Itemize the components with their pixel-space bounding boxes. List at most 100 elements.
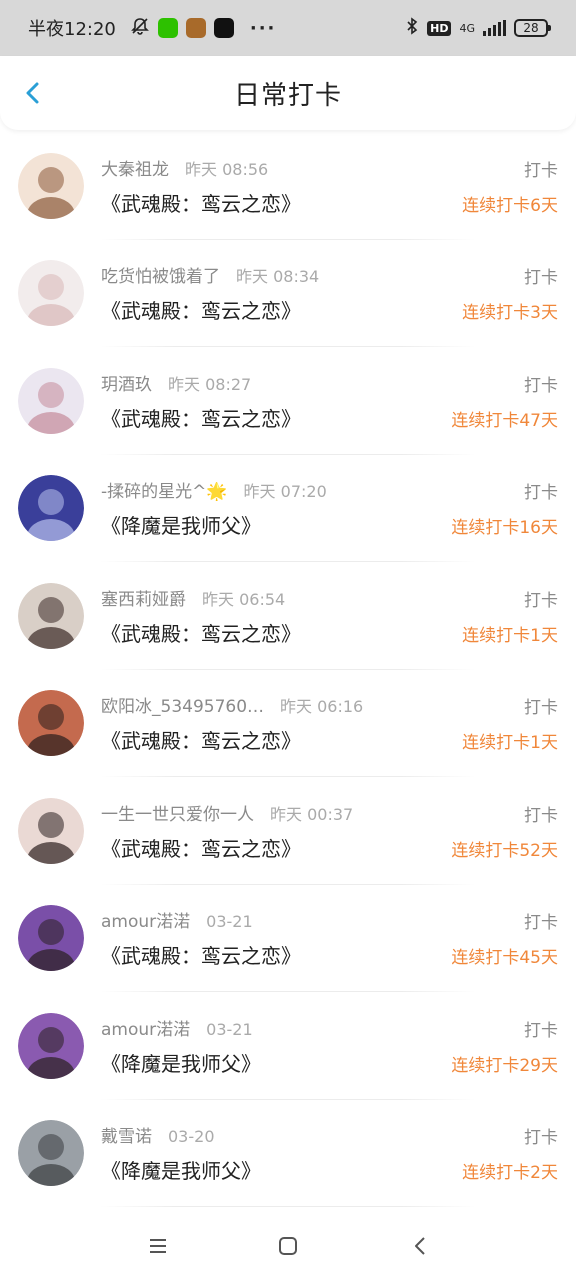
battery-level: 28: [523, 21, 539, 35]
checkin-row[interactable]: 玥酒玖 昨天 08:27 《武魂殿：鸾云之恋》 打卡 连续打卡47天: [0, 347, 576, 455]
checkin-row[interactable]: amour渃渃 03-21 《武魂殿：鸾云之恋》 打卡 连续打卡45天: [0, 885, 576, 993]
back-triangle-icon[interactable]: [408, 1234, 432, 1258]
avatar-image: [18, 367, 84, 434]
checkin-status: 打卡 连续打卡16天: [451, 478, 558, 538]
checkin-status: 打卡 连续打卡52天: [451, 801, 558, 861]
checkin-time: 昨天 08:27: [168, 374, 252, 394]
streak-badge: 连续打卡1天: [462, 733, 558, 754]
page-title: 日常打卡: [233, 80, 342, 111]
checkin-row[interactable]: 大秦祖龙 昨天 08:56 《武魂殿：鸾云之恋》 打卡 连续打卡6天: [0, 132, 576, 240]
checkin-list: 大秦祖龙 昨天 08:56 《武魂殿：鸾云之恋》 打卡 连续打卡6天 吃货怕被饿…: [0, 132, 576, 1207]
checkin-status: 打卡 连续打卡47天: [451, 371, 558, 431]
checkin-label: 打卡: [524, 590, 558, 611]
checkin-meta: 塞西莉娅爵 昨天 06:54: [101, 585, 462, 610]
checkin-info: amour渃渃 03-21 《武魂殿：鸾云之恋》: [101, 907, 451, 969]
checkin-status: 打卡 连续打卡2天: [462, 1123, 558, 1183]
book-title[interactable]: 《降魔是我师父》: [101, 1155, 462, 1184]
checkin-status: 打卡 连续打卡45天: [451, 908, 558, 968]
checkin-label: 打卡: [524, 160, 558, 181]
user-name[interactable]: 欧阳冰_53495760…: [101, 692, 264, 717]
battery-icon: 28: [514, 19, 551, 37]
checkin-info: 戴雪诺 03-20 《降魔是我师父》: [101, 1122, 462, 1184]
signal-icon: [483, 20, 506, 36]
avatar[interactable]: [18, 367, 84, 434]
avatar[interactable]: [18, 152, 84, 219]
checkin-info: -揉碎的星光^🌟 昨天 07:20 《降魔是我师父》: [101, 477, 451, 539]
checkin-meta: 玥酒玖 昨天 08:27: [101, 370, 451, 395]
user-name[interactable]: 大秦祖龙: [101, 155, 169, 180]
book-title[interactable]: 《武魂殿：鸾云之恋》: [101, 403, 451, 432]
avatar-image: [18, 475, 84, 542]
checkin-label: 打卡: [524, 698, 558, 719]
checkin-row[interactable]: 一生一世只爱你一人 昨天 00:37 《武魂殿：鸾云之恋》 打卡 连续打卡52天: [0, 777, 576, 885]
book-title[interactable]: 《武魂殿：鸾云之恋》: [101, 833, 451, 862]
user-name[interactable]: amour渃渃: [101, 1015, 190, 1040]
checkin-time: 昨天 06:54: [202, 589, 286, 609]
user-name[interactable]: -揉碎的星光^🌟: [101, 477, 228, 502]
avatar-image: [18, 905, 84, 972]
checkin-meta: 戴雪诺 03-20: [101, 1122, 462, 1147]
checkin-label: 打卡: [524, 1128, 558, 1149]
book-title[interactable]: 《降魔是我师父》: [101, 510, 451, 539]
checkin-label: 打卡: [524, 1020, 558, 1041]
checkin-row[interactable]: 吃货怕被饿着了 昨天 08:34 《武魂殿：鸾云之恋》 打卡 连续打卡3天: [0, 240, 576, 348]
avatar[interactable]: [18, 797, 84, 864]
checkin-meta: 吃货怕被饿着了 昨天 08:34: [101, 262, 462, 287]
checkin-time: 昨天 07:20: [243, 482, 327, 502]
avatar[interactable]: [18, 1012, 84, 1079]
avatar[interactable]: [18, 260, 84, 327]
streak-badge: 连续打卡3天: [462, 303, 558, 324]
checkin-meta: -揉碎的星光^🌟 昨天 07:20: [101, 477, 451, 502]
user-name[interactable]: 塞西莉娅爵: [101, 585, 186, 610]
user-name[interactable]: 戴雪诺: [101, 1122, 152, 1147]
back-button[interactable]: [18, 78, 48, 108]
checkin-row[interactable]: 塞西莉娅爵 昨天 06:54 《武魂殿：鸾云之恋》 打卡 连续打卡1天: [0, 562, 576, 670]
avatar-image: [18, 152, 84, 219]
home-square-icon[interactable]: [276, 1234, 300, 1258]
avatar[interactable]: [18, 690, 84, 757]
book-title[interactable]: 《武魂殿：鸾云之恋》: [101, 295, 462, 324]
book-title[interactable]: 《降魔是我师父》: [101, 1048, 451, 1077]
menu-icon[interactable]: [146, 1234, 170, 1258]
checkin-meta: amour渃渃 03-21: [101, 907, 451, 932]
checkin-row[interactable]: 欧阳冰_53495760… 昨天 06:16 《武魂殿：鸾云之恋》 打卡 连续打…: [0, 670, 576, 778]
user-name[interactable]: 一生一世只爱你一人: [101, 800, 254, 825]
checkin-row[interactable]: amour渃渃 03-21 《降魔是我师父》 打卡 连续打卡29天: [0, 992, 576, 1100]
checkin-info: 大秦祖龙 昨天 08:56 《武魂殿：鸾云之恋》: [101, 155, 462, 217]
checkin-info: 玥酒玖 昨天 08:27 《武魂殿：鸾云之恋》: [101, 370, 451, 432]
checkin-label: 打卡: [524, 805, 558, 826]
chevron-left-icon: [26, 82, 39, 104]
checkin-status: 打卡 连续打卡29天: [451, 1016, 558, 1076]
avatar[interactable]: [18, 1120, 84, 1187]
checkin-label: 打卡: [524, 483, 558, 504]
checkin-info: 塞西莉娅爵 昨天 06:54 《武魂殿：鸾云之恋》: [101, 585, 462, 647]
avatar[interactable]: [18, 905, 84, 972]
checkin-row[interactable]: -揉碎的星光^🌟 昨天 07:20 《降魔是我师父》 打卡 连续打卡16天: [0, 455, 576, 563]
avatar[interactable]: [18, 582, 84, 649]
mute-bell-icon: [130, 16, 150, 41]
user-name[interactable]: 玥酒玖: [101, 370, 152, 395]
checkin-time: 03-20: [168, 1127, 215, 1147]
avatar-image: [18, 690, 84, 757]
network-type: 4G: [459, 21, 475, 35]
checkin-time: 昨天 08:34: [236, 267, 320, 287]
checkin-time: 昨天 06:16: [280, 697, 364, 717]
user-name[interactable]: 吃货怕被饿着了: [101, 262, 220, 287]
book-title[interactable]: 《武魂殿：鸾云之恋》: [101, 188, 462, 217]
book-title[interactable]: 《武魂殿：鸾云之恋》: [101, 940, 451, 969]
status-time: 半夜12:20: [28, 19, 116, 40]
checkin-label: 打卡: [524, 913, 558, 934]
user-name[interactable]: amour渃渃: [101, 907, 190, 932]
avatar-image: [18, 1012, 84, 1079]
checkin-row[interactable]: 戴雪诺 03-20 《降魔是我师父》 打卡 连续打卡2天: [0, 1100, 576, 1208]
book-title[interactable]: 《武魂殿：鸾云之恋》: [101, 725, 462, 754]
streak-badge: 连续打卡1天: [462, 625, 558, 646]
checkin-meta: amour渃渃 03-21: [101, 1015, 451, 1040]
book-title[interactable]: 《武魂殿：鸾云之恋》: [101, 618, 462, 647]
checkin-status: 打卡 连续打卡3天: [462, 263, 558, 323]
avatar[interactable]: [18, 475, 84, 542]
checkin-info: 欧阳冰_53495760… 昨天 06:16 《武魂殿：鸾云之恋》: [101, 692, 462, 754]
checkin-info: 一生一世只爱你一人 昨天 00:37 《武魂殿：鸾云之恋》: [101, 800, 451, 862]
streak-badge: 连续打卡6天: [462, 195, 558, 216]
tiktok-app-icon: [213, 18, 234, 38]
